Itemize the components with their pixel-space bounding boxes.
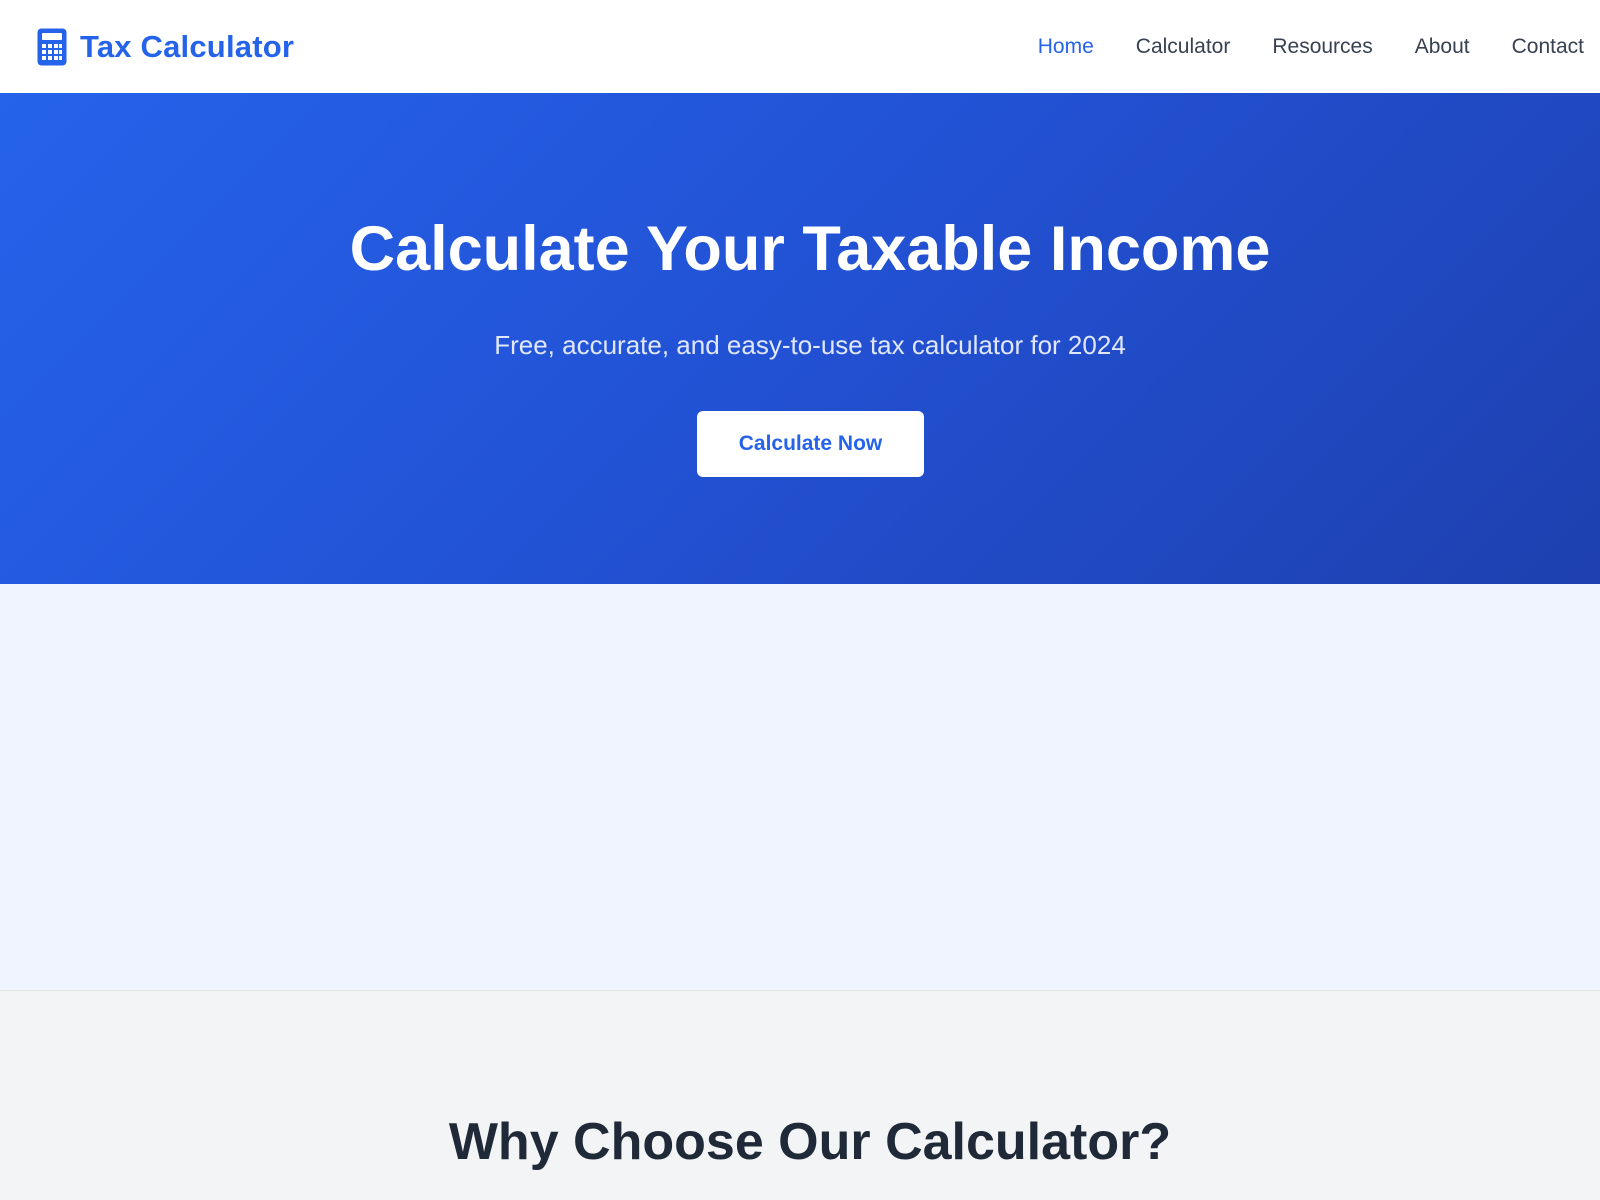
- brand-name: Tax Calculator: [80, 28, 295, 64]
- brand-logo-link[interactable]: Tax Calculator: [36, 27, 294, 67]
- hero-title: Calculate Your Taxable Income: [349, 214, 1271, 284]
- top-navbar: Tax Calculator Home Calculator Resources…: [0, 0, 1600, 93]
- hero-section: Calculate Your Taxable Income Free, accu…: [0, 93, 1600, 584]
- nav-link-about[interactable]: About: [1415, 35, 1470, 59]
- hero-subtitle: Free, accurate, and easy-to-use tax calc…: [494, 330, 1126, 360]
- main-nav: Home Calculator Resources About Contact: [996, 0, 1584, 93]
- calculator-icon: [37, 28, 67, 65]
- calculator-placeholder-section: [0, 584, 1600, 991]
- nav-link-resources[interactable]: Resources: [1272, 35, 1372, 59]
- nav-link-contact[interactable]: Contact: [1512, 35, 1584, 59]
- nav-link-home[interactable]: Home: [1038, 35, 1094, 59]
- calculate-now-button[interactable]: Calculate Now: [697, 411, 924, 477]
- features-section: Why Choose Our Calculator?: [0, 992, 1600, 1200]
- nav-link-calculator[interactable]: Calculator: [1136, 35, 1231, 59]
- features-title: Why Choose Our Calculator?: [448, 1113, 1172, 1171]
